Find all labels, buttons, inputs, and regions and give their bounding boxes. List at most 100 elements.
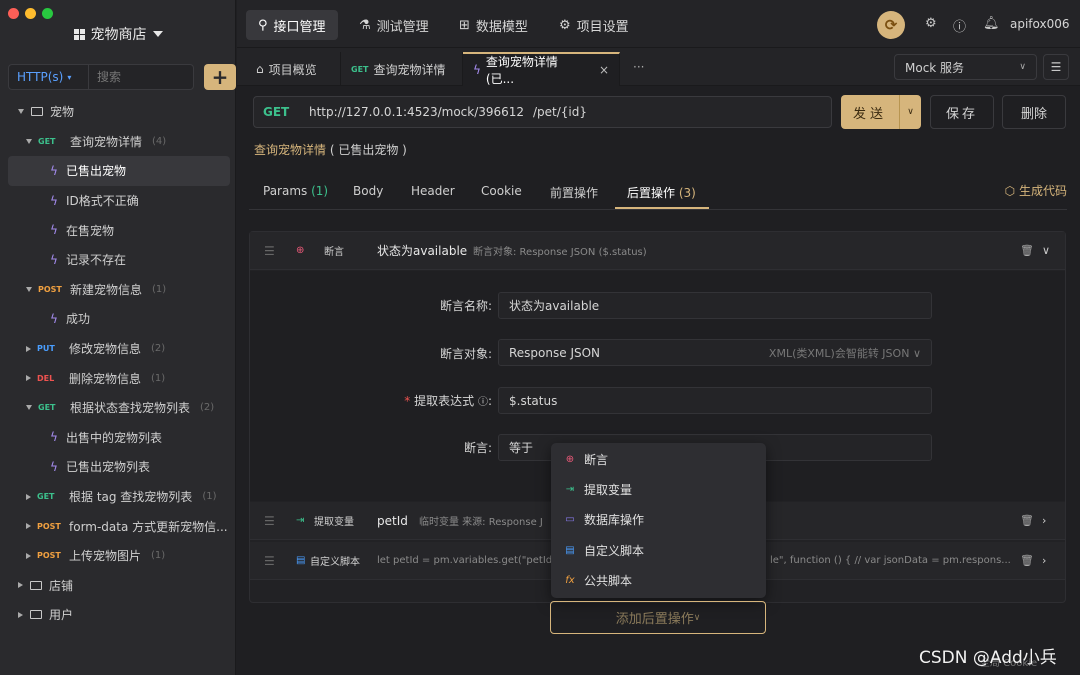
processor-type: 自定义脚本 [310,557,360,568]
assertion-icon: ⊕ [565,453,575,465]
chevron-down-icon[interactable]: ∨ [899,95,921,129]
grid-icon [73,28,85,40]
environment-menu-button[interactable]: ☰ [1043,54,1069,80]
close-icon[interactable]: × [599,63,609,77]
tree-case-item[interactable]: ϟ 成功 [8,304,230,334]
menu-item-database[interactable]: ▭ 数据库操作 [551,505,766,535]
tree-case-item[interactable]: ϟ 已售出宠物 [8,156,230,186]
tree-folder-store[interactable]: 店铺 [8,571,230,601]
tree-api-item[interactable]: POST form-data 方式更新宠物信... [8,511,230,541]
tab-pre-processors[interactable]: 前置操作 [550,184,598,201]
delete-button[interactable]: 删除 [1002,95,1066,129]
tree-case-item[interactable]: ϟ 在售宠物 [8,215,230,245]
tree-api-item[interactable]: PUT 修改宠物信息 (2) [8,334,230,364]
assertion-target-select[interactable]: Response JSON XML(类XML)会智能转 JSON ∨ [498,339,932,366]
nav-tab-api[interactable]: ⚲ 接口管理 [246,10,338,40]
tree-api-item[interactable]: GET 根据 tag 查找宠物列表 (1) [8,482,230,512]
add-post-processor-button[interactable]: 添加后置操作 ∨ [550,601,766,634]
doc-tab-case[interactable]: ϟ 查询宠物详情 (已... × [463,52,620,86]
tab-cookie[interactable]: Cookie [481,184,522,198]
generate-code-link[interactable]: ⬡ 生成代码 [1005,182,1067,199]
drag-handle-icon[interactable]: ☰ [264,514,275,528]
tree-label: 新建宠物信息 [70,282,143,297]
case-title-name[interactable]: 查询宠物详情 [254,143,326,157]
menu-item-assertion[interactable]: ⊕ 断言 [551,444,766,474]
case-count: (1) [151,550,166,562]
doc-tab-overview[interactable]: ⌂ 项目概览 [246,52,341,86]
close-window-button[interactable] [8,8,19,19]
tab-label: Params [263,184,308,198]
url-bar[interactable]: GET http://127.0.0.1:4523/mock/396612 /p… [253,96,832,128]
trash-icon[interactable]: 🗑︎ [1020,514,1034,527]
tree-api-item[interactable]: DEL 删除宠物信息 (1) [8,363,230,393]
drag-handle-icon[interactable]: ☰ [264,244,275,258]
chevron-right-icon[interactable]: › [1042,554,1046,567]
tree-label: 删除宠物信息 [69,371,142,386]
tree-case-item[interactable]: ϟ ID格式不正确 [8,186,230,216]
tree-label: 已售出宠物列表 [66,460,151,475]
case-count: (1) [152,283,167,295]
send-button-label: 发送 [852,106,887,122]
trash-icon[interactable]: 🗑︎ [1020,244,1034,257]
collapse-icon [26,523,31,530]
save-button[interactable]: 保存 [930,95,994,129]
tree-api-item[interactable]: GET 查询宠物详情 (4) [8,127,230,157]
trash-icon[interactable]: 🗑︎ [1020,554,1034,567]
user-name[interactable]: apifox006 [1010,17,1070,31]
request-method[interactable]: GET [254,105,309,119]
tree-api-item[interactable]: GET 根据状态查找宠物列表 (2) [8,393,230,423]
settings-gear-icon[interactable]: ⚙ [925,16,937,31]
sync-button[interactable]: ⟳ [877,11,905,39]
minimize-window-button[interactable] [25,8,36,19]
extract-expression-field[interactable]: $.status [498,387,932,414]
assertion-name-field[interactable]: 状态为available [498,292,932,319]
case-count: (4) [152,135,167,147]
menu-item-label: 公共脚本 [584,574,633,589]
menu-item-label: 断言 [584,452,609,467]
search-input[interactable] [88,64,194,90]
tree-api-item[interactable]: POST 新建宠物信息 (1) [8,275,230,305]
nav-tab-schemas[interactable]: ⊞ 数据模型 [447,10,540,40]
doc-tab-api[interactable]: GET 查询宠物详情 [341,52,463,86]
help-icon[interactable]: ⓘ [953,16,966,35]
tree-label: 在售宠物 [66,223,115,238]
tree-folder-users[interactable]: 用户 [8,600,230,630]
tab-header[interactable]: Header [411,184,455,198]
menu-item-public-script[interactable]: fx 公共脚本 [551,566,766,596]
environment-select[interactable]: Mock 服务 ∨ [894,54,1037,80]
tab-params[interactable]: Params (1) [263,184,328,198]
tree-folder-pets[interactable]: 宠物 [8,97,230,127]
zoom-window-button[interactable] [42,8,53,19]
tree-case-item[interactable]: ϟ 已售出宠物列表 [8,452,230,482]
more-tabs-icon[interactable]: ··· [633,60,644,74]
project-switcher[interactable]: 宠物商店 [0,24,236,44]
nav-tab-testing[interactable]: ⚗ 测试管理 [347,10,441,40]
tree-case-item[interactable]: ϟ 出售中的宠物列表 [8,423,230,453]
method-badge: GET [351,64,369,74]
tab-post-processors[interactable]: 后置操作 (3) [627,184,696,201]
drag-handle-icon[interactable]: ☰ [264,554,275,568]
caret-down-icon [152,31,163,37]
request-tabs: Params (1) Body Header Cookie 前置操作 后置操作 … [249,172,1067,210]
tree-label: 查询宠物详情 [70,134,143,149]
folder-icon [30,580,42,590]
tree-case-item[interactable]: ϟ 记录不存在 [8,245,230,275]
tree-api-item[interactable]: POST 上传宠物图片 (1) [8,541,230,571]
expand-icon [26,286,32,292]
add-button[interactable]: + [204,64,236,90]
case-count: (2) [200,402,215,414]
protocol-select[interactable]: HTTP(s) ▾ [8,64,88,90]
plus-icon: + [211,65,229,89]
chevron-right-icon[interactable]: › [1042,514,1046,527]
processor-row-assertion[interactable]: ☰ ⊕ 断言 状态为available 断言对象: Response JSON … [250,232,1065,270]
send-button[interactable]: 发送 ∨ [841,95,921,129]
help-icon[interactable]: ⓘ [478,397,488,408]
tab-body[interactable]: Body [353,184,383,198]
chevron-down-icon[interactable]: ∨ [1042,244,1050,257]
request-path[interactable]: /pet/{id} [533,105,587,119]
menu-item-custom-script[interactable]: ▤ 自定义脚本 [551,535,766,565]
menu-item-extract-variable[interactable]: ⇥ 提取变量 [551,474,766,504]
bell-icon[interactable]: 🔔︎ [983,16,1000,31]
nav-tab-settings[interactable]: ⚙ 项目设置 [547,10,641,40]
method-badge: DEL [37,373,55,383]
